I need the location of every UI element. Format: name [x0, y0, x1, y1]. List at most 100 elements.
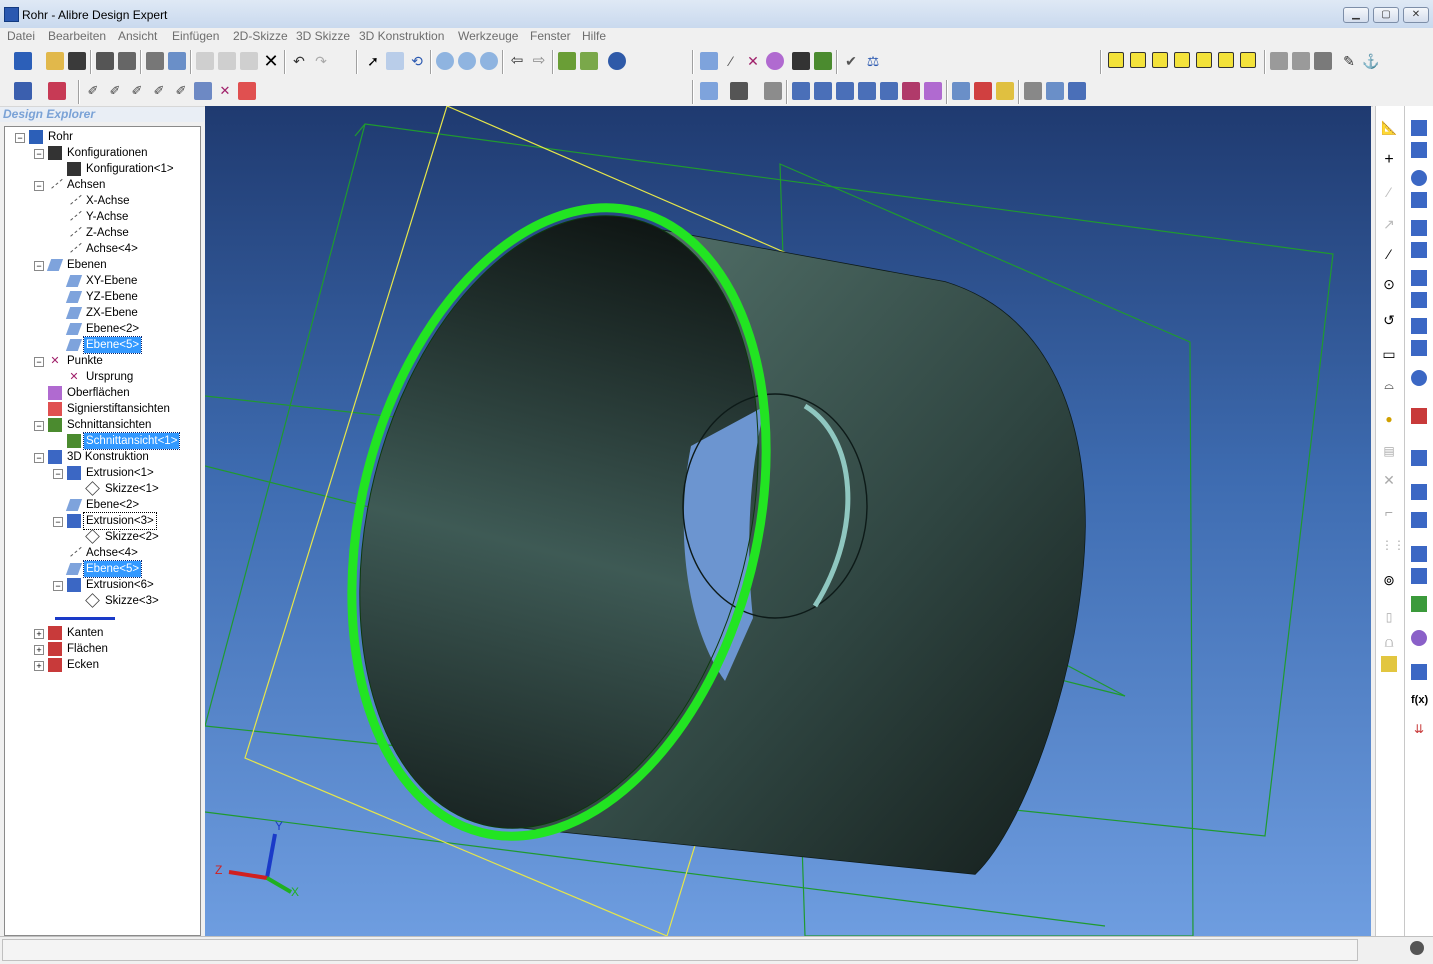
tree-node-label[interactable]: Signierstiftansichten	[65, 401, 172, 417]
design-explorer-tree[interactable]: − Rohr − Konfigurationen Konfiguration<1> − Ac…	[4, 126, 201, 936]
tree-node-label[interactable]: Ebene<5>	[82, 336, 143, 354]
feature-tool-15-icon[interactable]	[1046, 82, 1064, 100]
tree-node-label[interactable]: Ursprung	[84, 369, 135, 385]
measure-icon[interactable]: ⚖	[864, 52, 882, 70]
view-back-icon[interactable]	[1130, 52, 1146, 68]
rotate-icon[interactable]: ⟲	[408, 52, 426, 70]
tree-expander[interactable]: −	[34, 261, 44, 271]
feature-tool-10-icon[interactable]	[924, 82, 942, 100]
sketch-tool-4-icon[interactable]: ✐	[150, 82, 168, 100]
hole-icon[interactable]	[1411, 484, 1427, 500]
tree-expander[interactable]: −	[53, 517, 63, 527]
sketch-activate-icon[interactable]: 📐	[1381, 120, 1397, 136]
view-isometric-icon[interactable]	[1240, 52, 1256, 68]
line-icon[interactable]: ⁄	[1381, 246, 1397, 262]
menu-werkzeuge[interactable]: Werkzeuge	[458, 29, 518, 43]
view-left-icon[interactable]	[1196, 52, 1212, 68]
tree-node-label[interactable]: Achse<4>	[84, 241, 140, 257]
tree-node-label[interactable]: Extrusion<6>	[84, 577, 156, 593]
edit-icon[interactable]: ✎	[1340, 52, 1358, 70]
feature-tool-16-icon[interactable]	[1068, 82, 1086, 100]
copy-icon[interactable]	[218, 52, 236, 70]
tree-expander[interactable]: −	[34, 453, 44, 463]
tree-expander[interactable]: −	[34, 357, 44, 367]
color-icon[interactable]	[48, 82, 66, 100]
view-bottom-icon[interactable]	[1174, 52, 1190, 68]
tree-expander[interactable]: −	[34, 149, 44, 159]
tree-node-label[interactable]: ZX-Ebene	[84, 305, 140, 321]
configuration-tool-icon[interactable]	[792, 52, 810, 70]
split-icon[interactable]	[1411, 596, 1427, 612]
trim-icon[interactable]: ✕	[1381, 472, 1397, 488]
point-tool-icon[interactable]: ✕	[744, 52, 762, 70]
close-document-icon[interactable]	[118, 52, 136, 70]
sweep-boss-icon[interactable]	[1411, 270, 1427, 286]
feature-tool-8-icon[interactable]	[880, 82, 898, 100]
tree-node-label[interactable]: Ebene<2>	[84, 321, 141, 337]
sketch-tool-8-icon[interactable]	[238, 82, 256, 100]
previous-view-icon[interactable]: ⇦	[508, 52, 526, 70]
zoom-all-icon[interactable]	[436, 52, 454, 70]
next-view-icon[interactable]: ⇨	[530, 52, 548, 70]
feature-tool-14-icon[interactable]	[1024, 82, 1042, 100]
text-icon[interactable]: ▤	[1381, 444, 1397, 460]
surface-feature-icon[interactable]	[1411, 630, 1427, 646]
constraints-icon[interactable]	[1381, 656, 1397, 672]
tree-node-label[interactable]: Kanten	[65, 625, 105, 641]
tree-node-label[interactable]: Rohr	[46, 129, 75, 145]
feature-tool-6-icon[interactable]	[836, 82, 854, 100]
sketch-tool-6-icon[interactable]	[194, 82, 212, 100]
display-mode-icon[interactable]	[14, 82, 32, 100]
tree-node-label[interactable]: Punkte	[65, 353, 105, 369]
tree-expander[interactable]: +	[34, 645, 44, 655]
open-icon[interactable]	[46, 52, 64, 70]
circle-icon[interactable]: ⊙	[1381, 276, 1397, 292]
tree-expander[interactable]: +	[34, 661, 44, 671]
tree-node-label[interactable]: Schnittansicht<1>	[82, 432, 181, 450]
revolve-cut-icon[interactable]	[1411, 192, 1427, 208]
tree-node-label[interactable]: Ecken	[65, 657, 101, 673]
menu-bearbeiten[interactable]: Bearbeiten	[48, 29, 106, 43]
tree-node-label[interactable]: Y-Achse	[84, 209, 130, 225]
shaded-icon[interactable]	[1314, 52, 1332, 70]
tree-node-label[interactable]: Schnittansichten	[65, 417, 153, 433]
save-all-icon[interactable]	[96, 52, 114, 70]
section-tool-icon[interactable]	[814, 52, 832, 70]
tree-node-label[interactable]: Flächen	[65, 641, 110, 657]
render-icon[interactable]	[608, 52, 626, 70]
new-icon[interactable]	[14, 52, 32, 70]
section-view-icon[interactable]	[558, 52, 576, 70]
spline-icon[interactable]: ●	[1381, 412, 1397, 428]
view-top-icon[interactable]	[1152, 52, 1168, 68]
menu-3d-skizze[interactable]: 3D Skizze	[296, 29, 350, 43]
tree-node-label[interactable]: Extrusion<3>	[83, 512, 157, 530]
tree-node-label[interactable]: Achsen	[65, 177, 107, 193]
tree-node-label[interactable]: 3D Konstruktion	[65, 449, 151, 465]
surface-tool-icon[interactable]	[766, 52, 784, 70]
point-icon[interactable]: +	[1381, 152, 1397, 168]
close-button[interactable]: ✕	[1403, 7, 1429, 23]
menu-einfuegen[interactable]: Einfügen	[172, 29, 219, 43]
tree-node-label[interactable]: XY-Ebene	[84, 273, 139, 289]
tree-node-label[interactable]: Ebene<2>	[84, 497, 141, 513]
sketch-tool-2-icon[interactable]: ✐	[106, 82, 124, 100]
tree-expander[interactable]: −	[15, 133, 25, 143]
revolve-boss-icon[interactable]	[1411, 170, 1427, 186]
sketch-tool-7-icon[interactable]: ✕	[216, 82, 234, 100]
thicken-icon[interactable]	[1411, 664, 1427, 680]
dimension-icon[interactable]: ⩍	[1381, 634, 1397, 650]
tree-node-label[interactable]: Skizze<3>	[103, 593, 161, 609]
tree-node-label[interactable]: Konfiguration<1>	[84, 161, 176, 177]
tree-node-label[interactable]: X-Achse	[84, 193, 131, 209]
feature-tool-4-icon[interactable]	[792, 82, 810, 100]
offset-icon[interactable]: ▯	[1381, 610, 1397, 626]
mirror-feature-icon[interactable]	[1411, 546, 1427, 562]
feature-tool-11-icon[interactable]	[952, 82, 970, 100]
axis-tool-icon[interactable]: ⁄	[722, 52, 740, 70]
menu-hilfe[interactable]: Hilfe	[582, 29, 606, 43]
feature-tool-9-icon[interactable]	[902, 82, 920, 100]
pattern-feature-icon[interactable]	[1411, 512, 1427, 528]
feature-tool-7-icon[interactable]	[858, 82, 876, 100]
tree-node-label[interactable]: YZ-Ebene	[84, 289, 140, 305]
tree-node-label[interactable]: Ebenen	[65, 257, 109, 273]
